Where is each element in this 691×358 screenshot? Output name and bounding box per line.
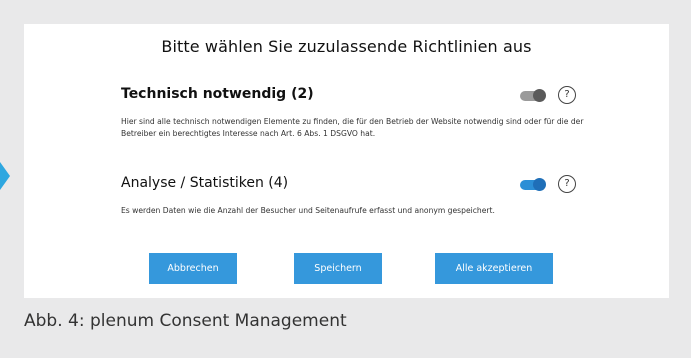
policy-toggle-analytics[interactable] [520, 178, 546, 191]
policy-section-title: Analyse / Statistiken (4) [121, 175, 289, 191]
question-circle-icon[interactable]: ? [558, 86, 576, 104]
accept-all-button[interactable]: Alle akzeptieren [435, 253, 553, 284]
policy-section-description: Hier sind alle technisch notwendigen Ele… [121, 117, 584, 138]
caret-right-icon [0, 162, 10, 190]
dialog-title: Bitte wählen Sie zuzulassende Richtlinie… [161, 37, 532, 56]
toggle-knob [533, 89, 546, 102]
policy-section-analytics: Analyse / Statistiken (4) ? Es werden Da… [111, 173, 601, 215]
cancel-button[interactable]: Abbrechen [149, 253, 237, 284]
question-circle-icon[interactable]: ? [558, 175, 576, 193]
policy-section-header: Technisch notwendig (2) ? [111, 84, 601, 108]
toggle-knob [533, 178, 546, 191]
policy-section-header: Analyse / Statistiken (4) ? [111, 173, 601, 197]
policy-section-title: Technisch notwendig (2) [121, 86, 314, 102]
figure-caption: Abb. 4: plenum Consent Management [24, 311, 347, 331]
policy-section-description: Es werden Daten wie die Anzahl der Besuc… [121, 206, 495, 215]
consent-dialog: Bitte wählen Sie zuzulassende Richtlinie… [24, 24, 669, 298]
policy-section-technical: Technisch notwendig (2) ? Hier sind alle… [111, 84, 601, 138]
save-button[interactable]: Speichern [294, 253, 382, 284]
policy-toggle-technical[interactable] [520, 89, 546, 102]
